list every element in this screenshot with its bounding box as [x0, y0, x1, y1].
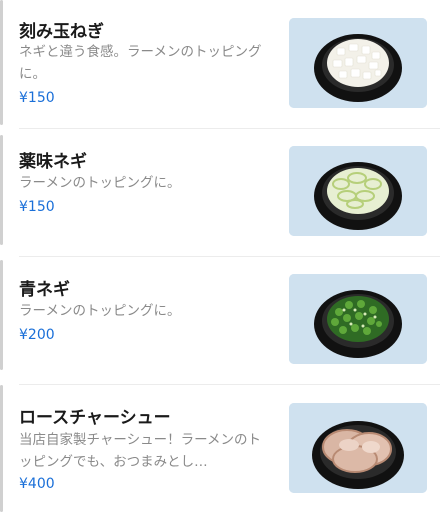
item-description: 当店自家製チャーシュー！ラーメンのトッピングでも、おつまみとし… [19, 432, 262, 470]
item-name: 刻み玉ねぎ [19, 22, 104, 42]
item-photo [289, 274, 427, 364]
item-price: ¥150 [19, 199, 55, 215]
item-photo [289, 146, 427, 236]
item-price: ¥400 [19, 476, 55, 492]
menu-item[interactable]: ロースチャーシュー 当店自家製チャーシュー！ラーメンのトッピングでも、おつまみと… [0, 385, 440, 512]
item-photo [289, 18, 427, 108]
menu-item[interactable]: 薬味ネギ ラーメンのトッピングに。 ¥150 [0, 129, 440, 256]
item-price: ¥150 [19, 90, 55, 106]
item-name: 青ネギ [19, 280, 70, 300]
item-description: ネギと違う食感。ラーメンのトッピングに。 [19, 44, 262, 82]
menu-item[interactable]: 刻み玉ねぎ ネギと違う食感。ラーメンのトッピングに。 ¥150 [0, 0, 440, 128]
item-name: ロースチャーシュー [19, 408, 171, 428]
menu-item[interactable]: 青ネギ ラーメンのトッピングに。 ¥200 [0, 257, 440, 384]
item-price: ¥200 [19, 327, 55, 343]
item-name: 薬味ネギ [19, 152, 87, 172]
item-photo [289, 403, 427, 493]
item-description: ラーメンのトッピングに。 [19, 175, 181, 191]
item-description: ラーメンのトッピングに。 [19, 303, 181, 319]
